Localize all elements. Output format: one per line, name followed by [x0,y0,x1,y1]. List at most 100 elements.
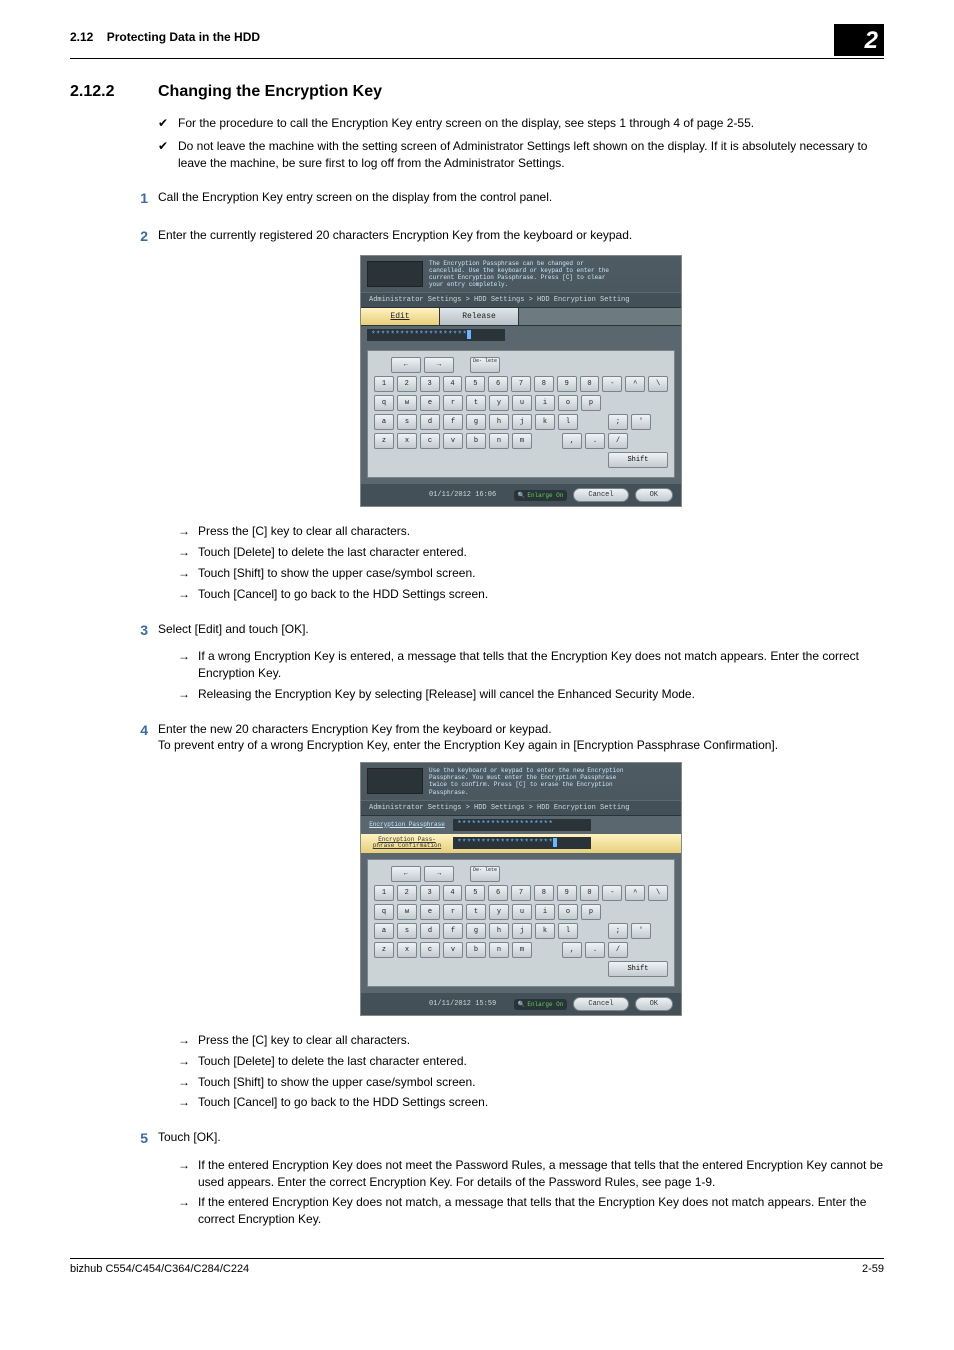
passphrase-input[interactable]: ******************** [453,819,591,831]
key[interactable]: ; [608,923,628,939]
key[interactable]: 2 [397,885,417,901]
key[interactable]: 1 [374,885,394,901]
passphrase-confirm-label[interactable]: Encryption Pass- phrase Confirmation [367,837,447,850]
delete-key[interactable]: De- lete [470,357,500,373]
key[interactable]: r [443,904,463,920]
key[interactable]: i [535,904,555,920]
key[interactable]: ^ [625,376,645,392]
ok-button[interactable]: OK [635,488,673,502]
key[interactable]: 4 [443,376,463,392]
key[interactable]: ; [608,414,628,430]
key[interactable]: \ [648,376,668,392]
key[interactable]: . [585,942,605,958]
key[interactable]: o [558,395,578,411]
key[interactable]: 4 [443,885,463,901]
key[interactable]: d [420,414,440,430]
key[interactable]: w [397,395,417,411]
key[interactable]: h [489,923,509,939]
key[interactable]: / [608,942,628,958]
key[interactable]: x [397,942,417,958]
key[interactable]: n [489,433,509,449]
key[interactable]: 9 [557,376,577,392]
key[interactable]: w [397,904,417,920]
key[interactable]: e [420,904,440,920]
key[interactable]: d [420,923,440,939]
key[interactable]: p [581,395,601,411]
shift-key[interactable]: Shift [608,961,668,977]
key[interactable]: l [558,923,578,939]
key[interactable]: a [374,923,394,939]
key[interactable]: m [512,433,532,449]
key[interactable]: q [374,904,394,920]
key[interactable]: v [443,433,463,449]
key[interactable]: 1 [374,376,394,392]
key[interactable]: z [374,433,394,449]
key[interactable]: s [397,923,417,939]
key[interactable]: t [466,395,486,411]
key[interactable]: \ [648,885,668,901]
key[interactable]: ' [631,923,651,939]
key[interactable]: e [420,395,440,411]
key[interactable]: u [512,395,532,411]
key[interactable]: a [374,414,394,430]
arrow-right-key[interactable]: → [424,866,454,882]
passphrase-label[interactable]: Encryption Passphrase [367,822,447,829]
key[interactable]: y [489,395,509,411]
arrow-left-key[interactable]: ← [391,866,421,882]
key[interactable]: 7 [511,885,531,901]
key[interactable]: ^ [625,885,645,901]
enlarge-toggle[interactable]: 🔍Enlarge On [514,490,568,501]
key[interactable]: 5 [465,885,485,901]
key[interactable]: . [585,433,605,449]
key[interactable]: 0 [580,376,600,392]
key[interactable]: c [420,433,440,449]
key[interactable]: 0 [580,885,600,901]
delete-key[interactable]: De- lete [470,866,500,882]
arrow-right-key[interactable]: → [424,357,454,373]
shift-key[interactable]: Shift [608,452,668,468]
key[interactable]: 9 [557,885,577,901]
key[interactable]: b [466,942,486,958]
key[interactable]: 6 [488,885,508,901]
key[interactable]: 8 [534,885,554,901]
passphrase-input[interactable]: ******************** [367,329,505,341]
key[interactable]: x [397,433,417,449]
key[interactable]: z [374,942,394,958]
key[interactable]: 2 [397,376,417,392]
key[interactable]: k [535,414,555,430]
key[interactable]: i [535,395,555,411]
key[interactable]: s [397,414,417,430]
key[interactable]: l [558,414,578,430]
key[interactable]: g [466,414,486,430]
key[interactable]: f [443,414,463,430]
key[interactable]: v [443,942,463,958]
key[interactable]: , [562,433,582,449]
cancel-button[interactable]: Cancel [573,488,628,502]
arrow-left-key[interactable]: ← [391,357,421,373]
key[interactable]: f [443,923,463,939]
key[interactable]: k [535,923,555,939]
key[interactable]: q [374,395,394,411]
key[interactable]: , [562,942,582,958]
key[interactable]: o [558,904,578,920]
key[interactable]: p [581,904,601,920]
key[interactable]: / [608,433,628,449]
tab-release[interactable]: Release [440,308,519,325]
key[interactable]: t [466,904,486,920]
key[interactable]: h [489,414,509,430]
enlarge-toggle[interactable]: 🔍Enlarge On [514,999,568,1010]
key[interactable]: ' [631,414,651,430]
key[interactable]: 8 [534,376,554,392]
key[interactable]: j [512,414,532,430]
key[interactable]: m [512,942,532,958]
key[interactable]: 3 [420,376,440,392]
key[interactable]: - [602,885,622,901]
key[interactable]: b [466,433,486,449]
ok-button[interactable]: OK [635,997,673,1011]
key[interactable]: 6 [488,376,508,392]
key[interactable]: - [602,376,622,392]
key[interactable]: n [489,942,509,958]
key[interactable]: u [512,904,532,920]
key[interactable]: 3 [420,885,440,901]
tab-edit[interactable]: Edit [361,308,440,325]
